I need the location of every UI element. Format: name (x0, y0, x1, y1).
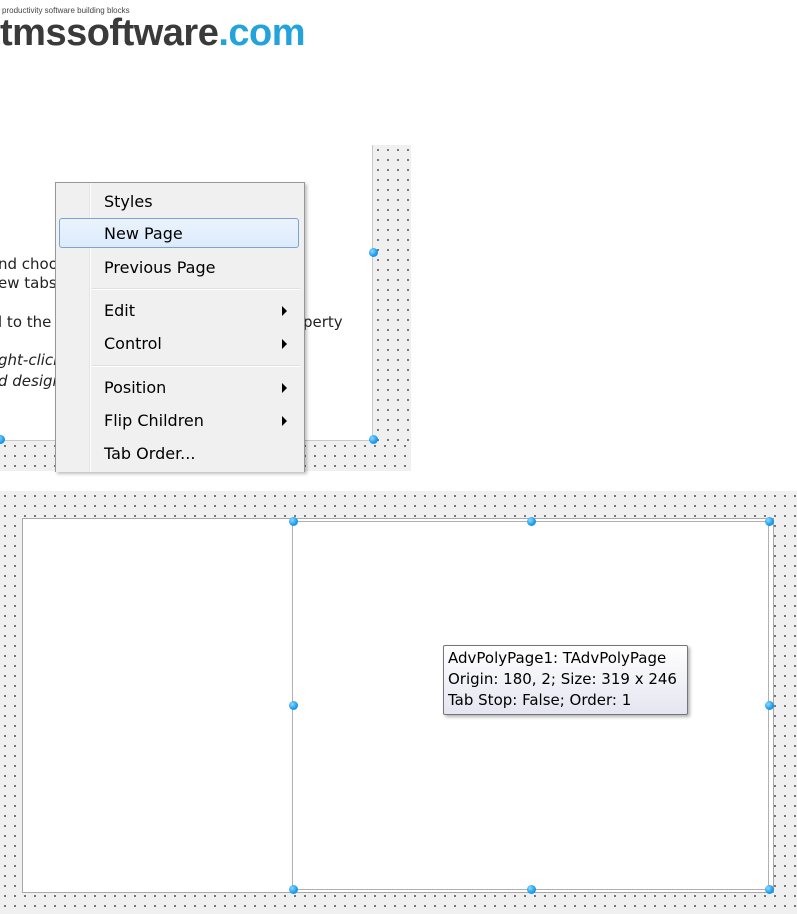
component-info-tooltip: AdvPolyPage1: TAdvPolyPage Origin: 180, … (443, 645, 688, 715)
submenu-arrow-icon (282, 339, 287, 349)
selection-handle[interactable] (527, 517, 536, 526)
selection-handle[interactable] (289, 517, 298, 526)
tmssoftware-logo: tmssoftware.com (0, 12, 306, 55)
background-text: l to the t (0, 313, 63, 331)
context-menu: Styles New Page Previous Page Edit Contr… (55, 182, 305, 472)
menu-item-label: Tab Order... (104, 444, 196, 463)
menu-item-label: Flip Children (104, 411, 204, 430)
selection-handle[interactable] (369, 248, 378, 257)
background-text: perty (303, 313, 343, 331)
selection-handle[interactable] (369, 435, 378, 444)
selection-handle[interactable] (765, 885, 774, 894)
menu-item-label: Previous Page (104, 258, 216, 277)
logo-domain: .com (218, 12, 306, 54)
tooltip-line: Origin: 180, 2; Size: 319 x 246 (448, 670, 677, 688)
menu-item-label: New Page (104, 224, 183, 243)
menu-item-label: Control (104, 334, 162, 353)
menu-item-position[interactable]: Position (59, 372, 299, 402)
selection-handle[interactable] (765, 517, 774, 526)
designer-grid-right (373, 145, 411, 471)
menu-item-control[interactable]: Control (59, 328, 299, 358)
background-text: d design (0, 372, 63, 390)
selection-handle[interactable] (289, 885, 298, 894)
tooltip-line: AdvPolyPage1: TAdvPolyPage (448, 649, 667, 667)
background-text: ght-click (0, 351, 62, 369)
logo-name: tmssoftware (0, 12, 219, 54)
menu-item-label: Edit (104, 301, 135, 320)
menu-item-edit[interactable]: Edit (59, 295, 299, 325)
menu-separator (92, 289, 300, 290)
selection-handle[interactable] (527, 885, 536, 894)
menu-item-flip-children[interactable]: Flip Children (59, 405, 299, 435)
selection-handle[interactable] (765, 701, 774, 710)
form-border-right (372, 145, 373, 441)
menu-item-previous-page[interactable]: Previous Page (59, 252, 299, 282)
selection-handle[interactable] (289, 701, 298, 710)
menu-item-tab-order[interactable]: Tab Order... (59, 438, 299, 468)
menu-item-label: Position (104, 378, 167, 397)
menu-item-styles[interactable]: Styles (59, 186, 299, 216)
submenu-arrow-icon (282, 383, 287, 393)
menu-separator (92, 366, 300, 367)
tooltip-line: Tab Stop: False; Order: 1 (448, 691, 632, 709)
submenu-arrow-icon (282, 416, 287, 426)
menu-item-label: Styles (104, 192, 153, 211)
submenu-arrow-icon (282, 306, 287, 316)
menu-item-new-page[interactable]: New Page (59, 218, 299, 248)
